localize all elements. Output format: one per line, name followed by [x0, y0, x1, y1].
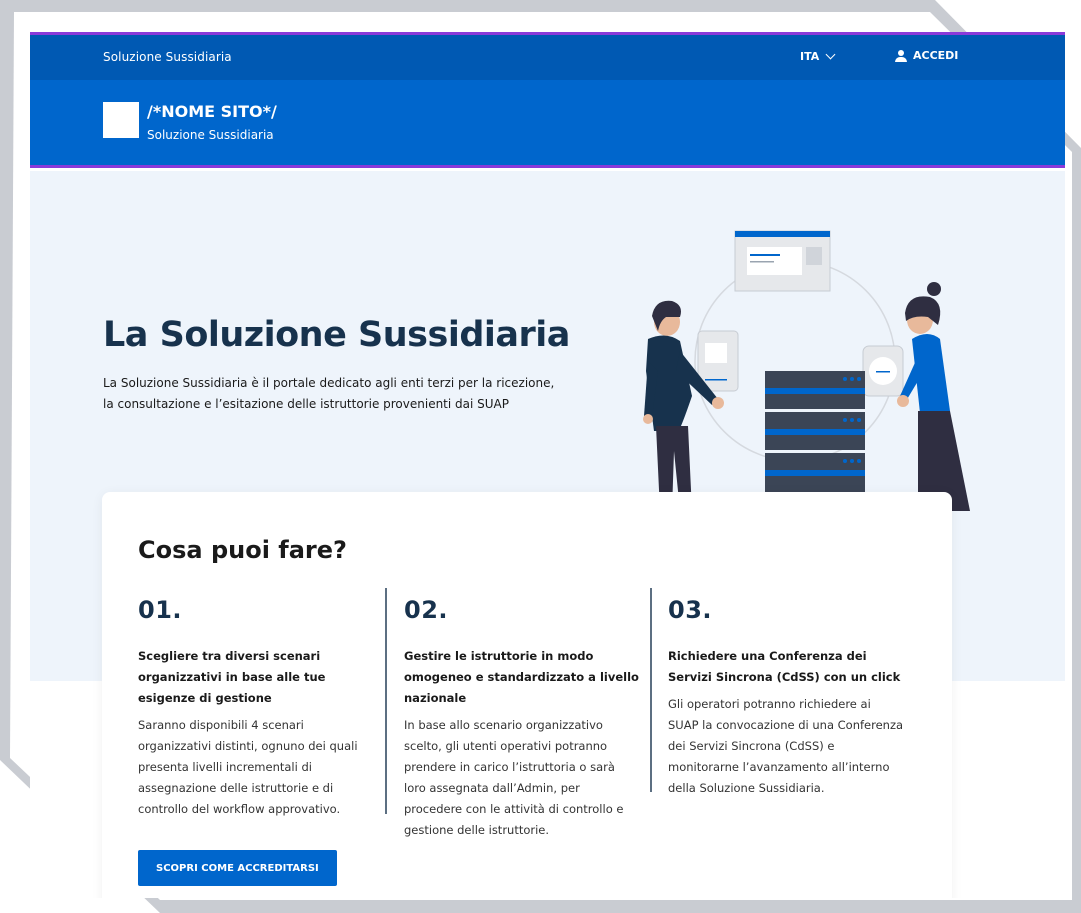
feature-heading: Richiedere una Conferenza dei Servizi Si… — [668, 649, 901, 684]
feature-body: In base allo scenario organizzativo scel… — [404, 718, 624, 837]
site-subtitle: Soluzione Sussidiaria — [147, 128, 274, 142]
feature-number: 02. — [404, 596, 449, 624]
language-label: ITA — [800, 50, 820, 63]
hero-title: La Soluzione Sussidiaria — [103, 315, 570, 355]
language-selector[interactable]: ITA — [800, 49, 836, 63]
login-label: ACCEDI — [913, 49, 959, 62]
slim-header: Soluzione Sussidiaria ITA ACCEDI — [30, 32, 1065, 80]
center-header: /*NOME SITO*/ Soluzione Sussidiaria — [30, 80, 1065, 168]
site-logo[interactable] — [103, 102, 139, 138]
feature-number: 03. — [668, 596, 713, 624]
slim-brand-link[interactable]: Soluzione Sussidiaria — [103, 50, 232, 64]
feature-item: 01. Scegliere tra diversi scenari organi… — [138, 596, 374, 820]
features-title: Cosa puoi fare? — [138, 536, 347, 564]
page: Soluzione Sussidiaria ITA ACCEDI /*NOME … — [30, 32, 1065, 898]
feature-heading: Scegliere tra diversi scenari organizzat… — [138, 649, 326, 705]
accreditation-button[interactable]: SCOPRI COME ACCREDITARSI — [138, 850, 337, 886]
feature-item: 03. Richiedere una Conferenza dei Serviz… — [668, 596, 904, 799]
feature-body: Gli operatori potranno richiedere ai SUA… — [668, 697, 904, 795]
feature-heading: Gestire le istruttorie in modo omogeneo … — [404, 649, 639, 705]
site-name[interactable]: /*NOME SITO*/ — [147, 102, 277, 121]
hero-description: La Soluzione Sussidiaria è il portale de… — [103, 376, 555, 411]
features-card: Cosa puoi fare? 01. Scegliere tra divers… — [102, 492, 952, 898]
hero-illustration — [643, 230, 970, 511]
login-button[interactable]: ACCEDI — [895, 49, 958, 62]
feature-divider — [385, 588, 387, 814]
feature-divider — [650, 588, 652, 792]
feature-body: Saranno disponibili 4 scenari organizzat… — [138, 718, 358, 816]
feature-item: 02. Gestire le istruttorie in modo omoge… — [404, 596, 640, 841]
user-icon — [895, 49, 907, 62]
chevron-down-icon — [825, 49, 836, 60]
feature-number: 01. — [138, 596, 183, 624]
